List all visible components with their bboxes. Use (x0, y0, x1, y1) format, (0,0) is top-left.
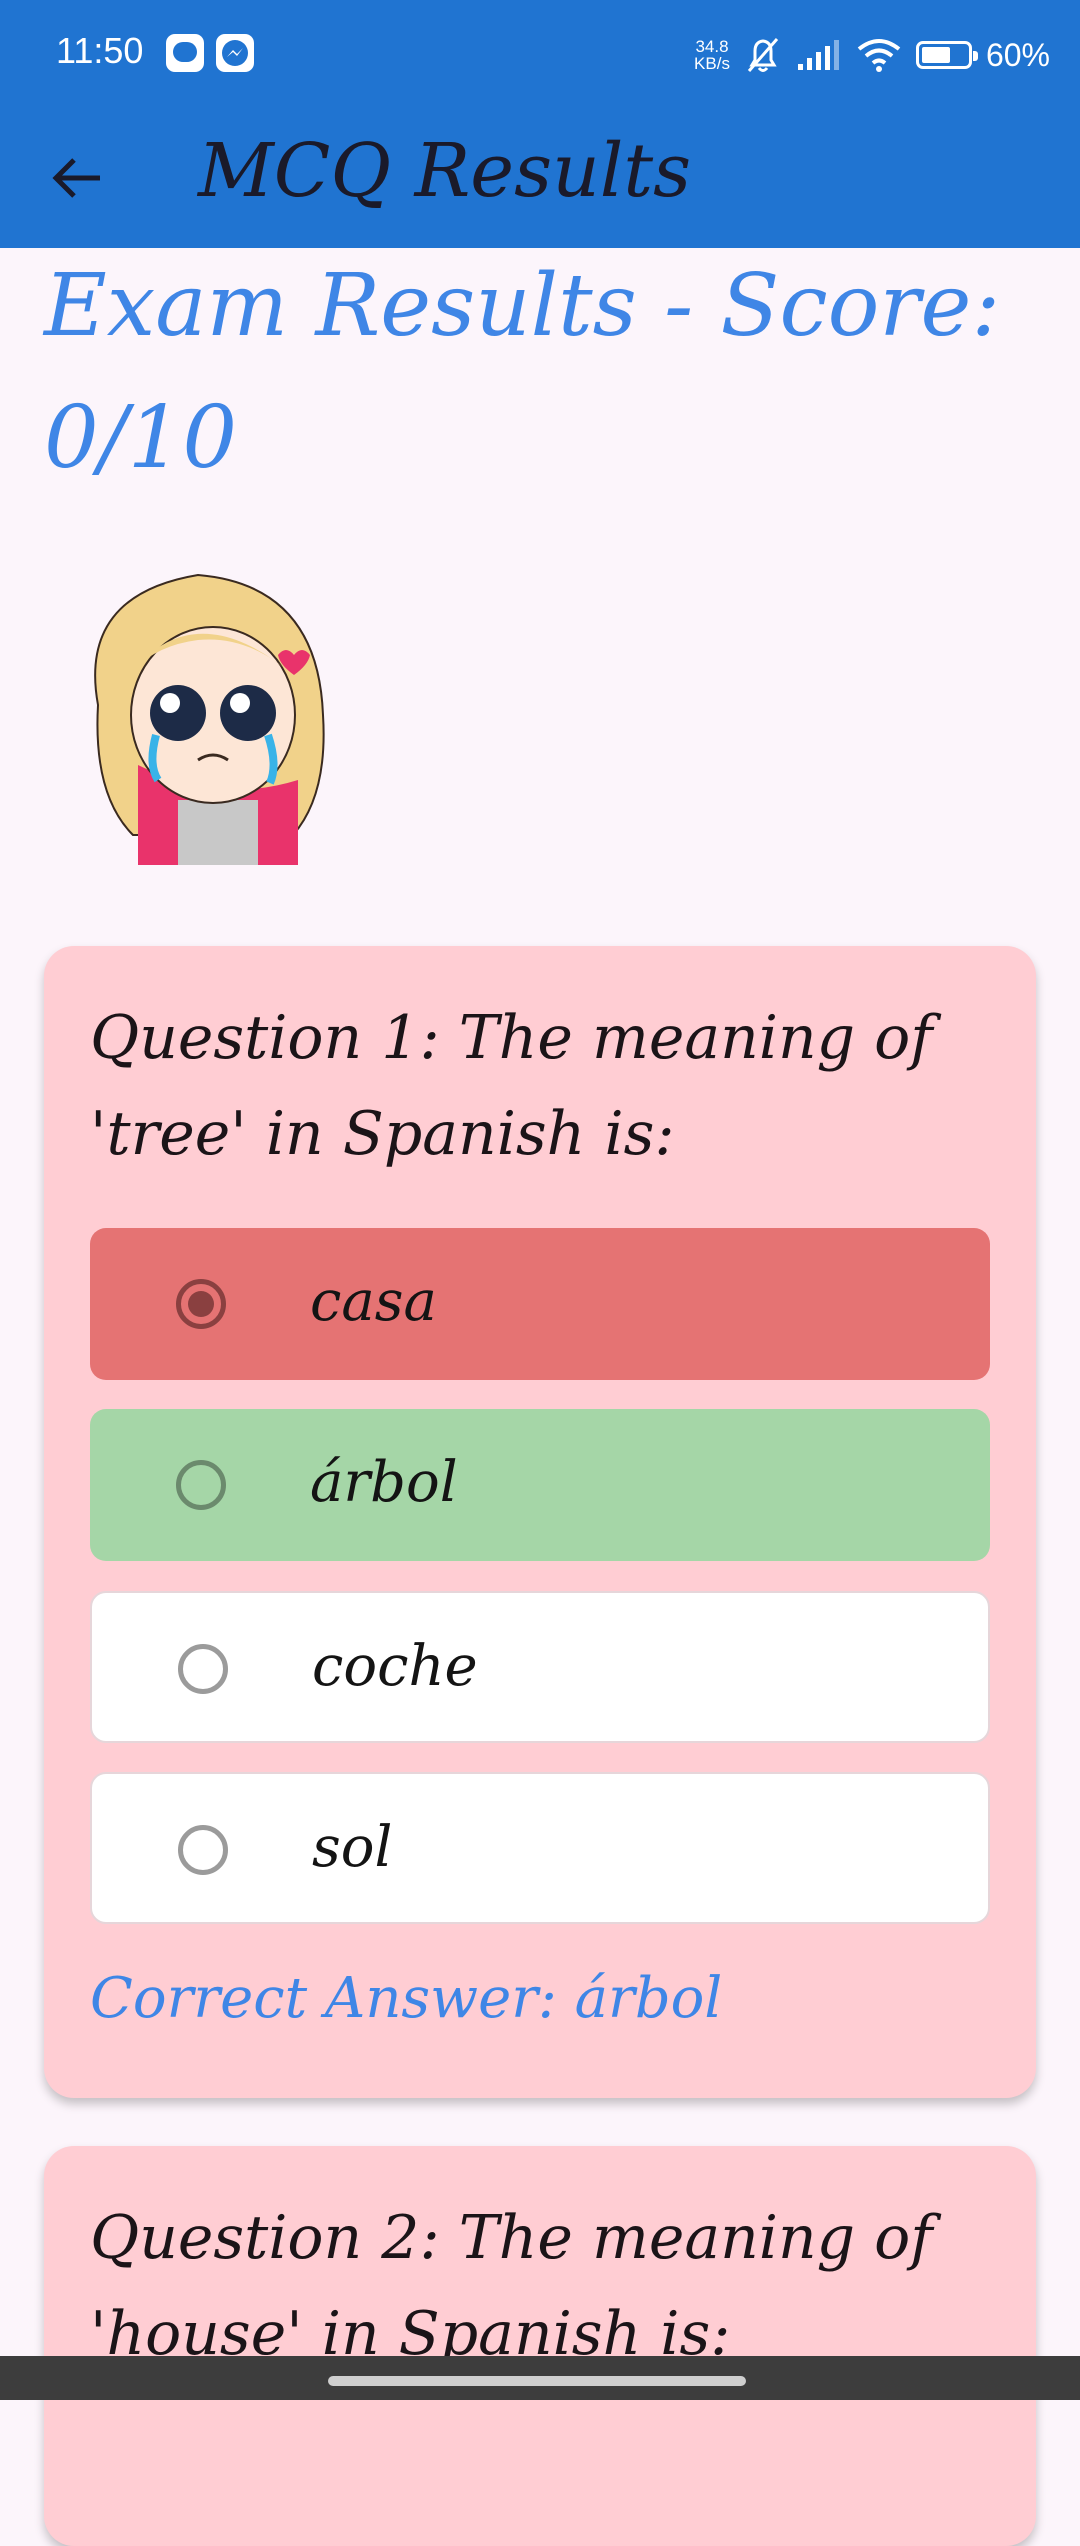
app-bar-title: MCQ Results (198, 128, 692, 214)
question-card: Question 1: The meaning of 'tree' in Spa… (44, 946, 1036, 2098)
network-speed: 34.8 KB/s (694, 38, 730, 72)
option-coche[interactable]: coche (90, 1591, 990, 1743)
network-speed-value: 34.8 (695, 37, 729, 56)
correct-answer-label: Correct Answer: árbol (90, 1966, 723, 2031)
arrow-left-icon (52, 158, 100, 198)
wifi-icon (857, 39, 901, 72)
home-handle[interactable] (328, 2376, 746, 2386)
status-time: 11:50 (56, 30, 144, 71)
status-bar: 11:50 34.8 KB/s 60% (0, 0, 1080, 110)
status-icons: 34.8 KB/s 60% (694, 30, 1050, 80)
radio-unselected-icon[interactable] (178, 1644, 228, 1694)
bell-off-icon (747, 38, 779, 72)
radio-unselected-icon[interactable] (176, 1460, 226, 1510)
signal-icon (797, 40, 839, 70)
crying-girl-illustration (94, 573, 325, 865)
option-label: casa (310, 1269, 437, 1334)
option-casa-selected-wrong[interactable]: casa (90, 1228, 990, 1380)
network-speed-unit: KB/s (694, 54, 730, 73)
messenger-app-icon (216, 34, 254, 72)
option-label: árbol (310, 1450, 458, 1515)
app-bar: MCQ Results (0, 110, 1080, 248)
chat-app-icon (166, 34, 204, 72)
question-text: Question 2: The meaning of 'house' in Sp… (90, 2203, 933, 2369)
battery-icon (915, 41, 978, 69)
score-title: Exam Results - Score: 0/10 (44, 256, 1001, 488)
radio-unselected-icon[interactable] (178, 1825, 228, 1875)
gesture-nav-bar (0, 2356, 1080, 2400)
question-card: Question 2: The meaning of 'house' in Sp… (44, 2146, 1036, 2546)
back-button[interactable] (40, 140, 116, 216)
option-label: sol (312, 1815, 393, 1880)
battery-percent: 60% (985, 36, 1050, 73)
question-text: Question 1: The meaning of 'tree' in Spa… (90, 1003, 933, 1169)
radio-selected-icon[interactable] (176, 1279, 226, 1329)
option-label: coche (312, 1634, 478, 1699)
option-sol[interactable]: sol (90, 1772, 990, 1924)
option-arbol-correct[interactable]: árbol (90, 1409, 990, 1561)
